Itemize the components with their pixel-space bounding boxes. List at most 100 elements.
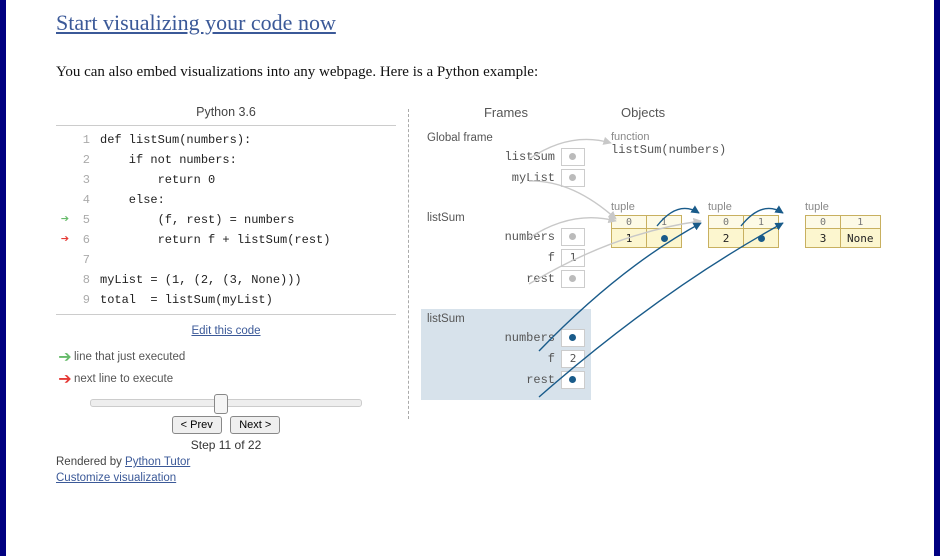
- variable-value-box: [561, 371, 585, 389]
- legend-just-executed: ➔ line that just executed: [56, 347, 396, 367]
- variable-value-box: 1: [561, 249, 585, 267]
- line-number: 1: [74, 130, 90, 150]
- tuple-value-cell: 1: [612, 229, 647, 248]
- call-frame: listSum numbers f1rest: [421, 208, 591, 299]
- language-label: Python 3.6: [56, 105, 396, 119]
- variable-name: f: [548, 251, 561, 265]
- frames-objects-pane: Frames Objects Global framelistSummyList…: [421, 101, 884, 484]
- tuple-value-cell: [744, 229, 779, 248]
- variable-name: myList: [512, 171, 561, 185]
- code-text: (f, rest) = numbers: [100, 210, 294, 230]
- start-visualizing-link[interactable]: Start visualizing your code now: [56, 10, 336, 36]
- tuples-row: tuple011tuple012tuple013None: [611, 201, 884, 248]
- tuple-value-cell: None: [841, 229, 881, 248]
- next-button[interactable]: Next >: [230, 416, 280, 434]
- frames-header: Frames: [421, 105, 591, 120]
- step-slider[interactable]: [56, 399, 396, 407]
- rendered-by: Rendered by Python Tutor: [56, 456, 396, 468]
- slider-track[interactable]: [90, 399, 362, 407]
- frame-variable-row: rest: [427, 371, 585, 389]
- function-signature: listSum(numbers): [611, 143, 884, 157]
- frame-title: listSum: [427, 212, 585, 224]
- tuple-type-label: tuple: [708, 201, 779, 213]
- function-type-label: function: [611, 131, 884, 143]
- variable-value-box: 2: [561, 350, 585, 368]
- code-text: def listSum(numbers):: [100, 130, 251, 150]
- arrow-just-executed-icon: ➔: [56, 347, 74, 367]
- variable-name: f: [548, 352, 561, 366]
- variable-value-box: [561, 169, 585, 187]
- pointer-dot-icon: [661, 235, 668, 242]
- pane-divider: [408, 109, 409, 419]
- objects-area: function listSum(numbers) tuple011tuple0…: [611, 131, 884, 248]
- line-number: 7: [74, 250, 90, 270]
- variable-name: rest: [526, 373, 561, 387]
- tuple-value-cell: 2: [709, 229, 744, 248]
- edit-code-link[interactable]: Edit this code: [191, 325, 260, 337]
- code-line: 7: [56, 250, 396, 270]
- tuple-index-cell: 0: [612, 216, 647, 229]
- code-text: myList = (1, (2, (3, None))): [100, 270, 302, 290]
- frames-column: Global framelistSummyListlistSumnumbersf…: [421, 128, 591, 410]
- step-counter: Step 11 of 22: [56, 438, 396, 452]
- frame-variable-row: numbers: [427, 228, 585, 246]
- code-line: 8 myList = (1, (2, (3, None))): [56, 270, 396, 290]
- code-text: total = listSum(myList): [100, 290, 273, 310]
- arrow-next-icon: ➔: [56, 369, 74, 389]
- tuple-index-cell: 1: [744, 216, 779, 229]
- global-frame: Global framelistSummyList: [421, 128, 591, 198]
- frame-variable-row: listSum: [427, 148, 585, 166]
- line-number: 5: [74, 210, 90, 230]
- code-listing: 1def listSum(numbers):2 if not numbers:3…: [56, 125, 396, 315]
- tuple-index-cell: 0: [709, 216, 744, 229]
- tuple-object: tuple 011: [611, 201, 682, 248]
- variable-value-box: [561, 329, 585, 347]
- code-pane: Python 3.6 1def listSum(numbers):2 if no…: [56, 101, 396, 484]
- frame-variable-row: myList: [427, 169, 585, 187]
- slider-thumb[interactable]: [214, 394, 228, 414]
- code-text: return 0: [100, 170, 215, 190]
- rendered-by-prefix: Rendered by: [56, 456, 125, 468]
- code-line: 1 def listSum(numbers):: [56, 130, 396, 150]
- pointer-dot-icon: [569, 174, 576, 181]
- tuple-type-label: tuple: [805, 201, 881, 213]
- variable-value-box: [561, 148, 585, 166]
- line-number: 4: [74, 190, 90, 210]
- legend-next-label: next line to execute: [74, 373, 173, 385]
- line-arrow-icon: ➔: [56, 210, 74, 230]
- code-text: return f + listSum(rest): [100, 230, 330, 250]
- tuple-type-label: tuple: [611, 201, 682, 213]
- code-text: else:: [100, 190, 165, 210]
- frame-title: listSum: [427, 313, 585, 325]
- variable-value-box: [561, 270, 585, 288]
- code-line: ➔5 (f, rest) = numbers: [56, 210, 396, 230]
- variable-value-box: [561, 228, 585, 246]
- tuple-object: tuple 013None: [805, 201, 881, 248]
- frame-variable-row: numbers: [427, 329, 585, 347]
- variable-name: numbers: [505, 331, 561, 345]
- legend-next-line: ➔ next line to execute: [56, 369, 396, 389]
- line-number: 2: [74, 150, 90, 170]
- tuple-index-cell: 0: [806, 216, 841, 229]
- code-line: 2 if not numbers:: [56, 150, 396, 170]
- code-line: 3 return 0: [56, 170, 396, 190]
- tuple-value-cell: 3: [806, 229, 841, 248]
- customize-link[interactable]: Customize visualization: [56, 472, 176, 484]
- tuple-index-cell: 1: [841, 216, 881, 229]
- pointer-dot-icon: [569, 153, 576, 160]
- prev-button[interactable]: < Prev: [172, 416, 222, 434]
- tuple-value-cell: [647, 229, 682, 248]
- line-number: 8: [74, 270, 90, 290]
- pointer-dot-icon: [569, 376, 576, 383]
- tuple-index-cell: 1: [647, 216, 682, 229]
- objects-header: Objects: [591, 105, 884, 120]
- line-number: 3: [74, 170, 90, 190]
- frame-variable-row: rest: [427, 270, 585, 288]
- variable-name: rest: [526, 272, 561, 286]
- python-tutor-link[interactable]: Python Tutor: [125, 456, 190, 468]
- pointer-dot-icon: [569, 275, 576, 282]
- code-line: 4 else:: [56, 190, 396, 210]
- code-text: if not numbers:: [100, 150, 237, 170]
- tuple-object: tuple 012: [708, 201, 779, 248]
- call-frame: listSum numbers f2rest: [421, 309, 591, 400]
